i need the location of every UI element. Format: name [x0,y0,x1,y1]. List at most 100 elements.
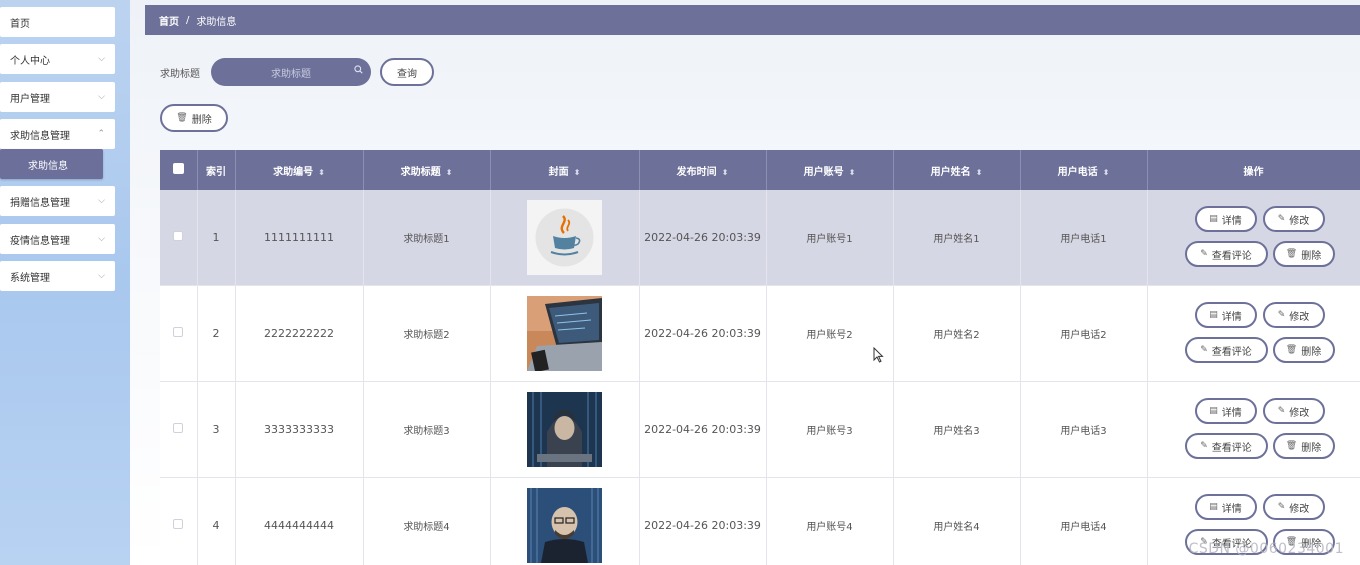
breadcrumb-home[interactable]: 首页 [159,13,179,28]
sidebar-item-system-management[interactable]: 系统管理 ⌵ [0,261,115,291]
detail-label: 详情 [1221,215,1242,227]
select-all-checkbox[interactable] [160,150,198,190]
cell-phone: 用户电话2 [1020,285,1148,382]
sidebar-item-epidemic-management[interactable]: 疫情信息管理 ⌵ [0,224,115,254]
header-code[interactable]: 求助编号 ⬍ [235,150,364,190]
search-label: 求助标题 [160,69,200,80]
cell-name: 用户姓名1 [893,190,1021,286]
sort-icon[interactable]: ⬍ [1103,168,1110,177]
sidebar-item-label: 疫情信息管理 [10,235,70,247]
header-index: 索引 [197,150,236,190]
row-checkbox[interactable] [160,285,198,382]
batch-delete-button[interactable]: 🗑 删除 [160,104,228,132]
checkbox-icon [173,231,184,241]
cell-time: 2022-04-26 20:03:39 [639,190,767,286]
view-comments-button[interactable]: ✎ 查看评论 [1184,337,1268,363]
pencil-icon: ✎ [1277,406,1286,416]
detail-button[interactable]: ▤ 详情 [1194,206,1257,232]
sidebar-subitem-help-info[interactable]: 求助信息 [0,149,103,179]
edit-button[interactable]: ✎ 修改 [1262,302,1325,328]
cell-cover [490,190,640,286]
header-label: 用户姓名 [930,166,971,178]
cell-account: 用户账号4 [766,477,894,565]
sort-icon[interactable]: ⬍ [318,168,325,177]
header-title[interactable]: 求助标题 ⬍ [363,150,491,190]
cell-phone: 用户电话1 [1020,190,1148,286]
header-phone[interactable]: 用户电话 ⬍ [1020,150,1148,190]
chevron-down-icon: ⌵ [98,54,105,64]
sort-icon[interactable]: ⬍ [446,168,453,177]
sidebar: 首页 个人中心 ⌵ 用户管理 ⌵ 求助信息管理 ⌃ 求助信息 捐赠信息管理 ⌵ … [0,0,130,565]
checkbox-icon [173,423,184,433]
chevron-up-icon: ⌃ [97,129,105,139]
cell-name: 用户姓名3 [893,381,1021,478]
trash-icon: 🗑 [176,113,188,123]
edit-button[interactable]: ✎ 修改 [1262,398,1325,424]
sidebar-item-help-management[interactable]: 求助信息管理 ⌃ [0,119,115,149]
detail-button[interactable]: ▤ 详情 [1194,302,1257,328]
header-cover[interactable]: 封面 ⬍ [490,150,640,190]
sort-icon[interactable]: ⬍ [722,168,729,177]
table-row[interactable]: 2 2222222222 求助标题2 2022-04-26 20:03:39 用… [160,285,1360,382]
view-comments-button[interactable]: ✎ 查看评论 [1184,241,1268,267]
sidebar-item-home[interactable]: 首页 [0,7,115,37]
sidebar-item-donation-management[interactable]: 捐赠信息管理 ⌵ [0,186,115,216]
cell-index: 2 [197,285,236,382]
detail-button[interactable]: ▤ 详情 [1194,398,1257,424]
cell-title: 求助标题1 [363,190,491,286]
sidebar-item-label: 求助信息 [28,160,68,172]
search-input[interactable]: 求助标题 [211,58,371,86]
header-name[interactable]: 用户姓名 ⬍ [893,150,1021,190]
edit-button[interactable]: ✎ 修改 [1262,494,1325,520]
cell-code: 4444444444 [235,477,364,565]
sort-icon[interactable]: ⬍ [976,168,983,177]
delete-button[interactable]: 🗑 删除 [1272,241,1335,267]
mouse-pointer-icon [873,346,884,367]
header-label: 索引 [206,166,226,178]
cell-name: 用户姓名2 [893,285,1021,382]
cell-title: 求助标题4 [363,477,491,565]
delete-button[interactable]: 🗑 删除 [1272,337,1335,363]
hacker-photo-image [527,392,602,467]
chevron-down-icon: ⌵ [98,92,105,102]
chevron-down-icon: ⌵ [98,196,105,206]
detail-button[interactable]: ▤ 详情 [1194,494,1257,520]
table-row[interactable]: 1 1111111111 求助标题1 2022-04-26 20:03:39 用… [160,190,1360,286]
pencil-icon: ✎ [1200,441,1208,451]
cell-account: 用户账号1 [766,190,894,286]
sidebar-item-personal-center[interactable]: 个人中心 ⌵ [0,44,115,74]
delete-button[interactable]: 🗑 删除 [1272,433,1335,459]
row-checkbox[interactable] [160,190,198,286]
search-icon [354,65,363,77]
row-checkbox[interactable] [160,381,198,478]
header-label: 求助标题 [400,166,441,178]
table-row[interactable]: 4 4444444444 求助标题4 2022-04-26 20:03:39 用… [160,477,1360,565]
batch-delete-label: 删除 [191,114,212,126]
sidebar-item-user-management[interactable]: 用户管理 ⌵ [0,82,115,112]
data-table: 索引 求助编号 ⬍ 求助标题 ⬍ 封面 ⬍ 发布时间 ⬍ 用户账号 ⬍ 用户姓名 ⬍ 用户电… [160,150,1360,565]
header-label: 封面 [548,166,569,178]
sidebar-item-label: 用户管理 [10,93,50,105]
hacker-photo-2-image [527,488,602,563]
pencil-icon: ✎ [1277,310,1286,320]
edit-label: 修改 [1289,407,1310,419]
cell-code: 2222222222 [235,285,364,382]
cell-account: 用户账号2 [766,285,894,382]
cell-index: 3 [197,381,236,478]
edit-button[interactable]: ✎ 修改 [1262,206,1325,232]
header-actions: 操作 [1147,150,1360,190]
sort-icon[interactable]: ⬍ [849,168,856,177]
view-comments-button[interactable]: ✎ 查看评论 [1184,433,1268,459]
delete-label: 删除 [1301,250,1322,262]
header-time[interactable]: 发布时间 ⬍ [639,150,767,190]
cell-title: 求助标题2 [363,285,491,382]
query-button[interactable]: 查询 [380,58,434,86]
sort-icon[interactable]: ⬍ [574,168,581,177]
row-checkbox[interactable] [160,477,198,565]
cell-phone: 用户电话3 [1020,381,1148,478]
table-row[interactable]: 3 3333333333 求助标题3 2022-04-26 20:03:39 用… [160,381,1360,478]
header-account[interactable]: 用户账号 ⬍ [766,150,894,190]
breadcrumb-current: 求助信息 [196,16,237,28]
delete-label: 删除 [1301,442,1322,454]
chevron-down-icon: ⌵ [98,234,105,244]
